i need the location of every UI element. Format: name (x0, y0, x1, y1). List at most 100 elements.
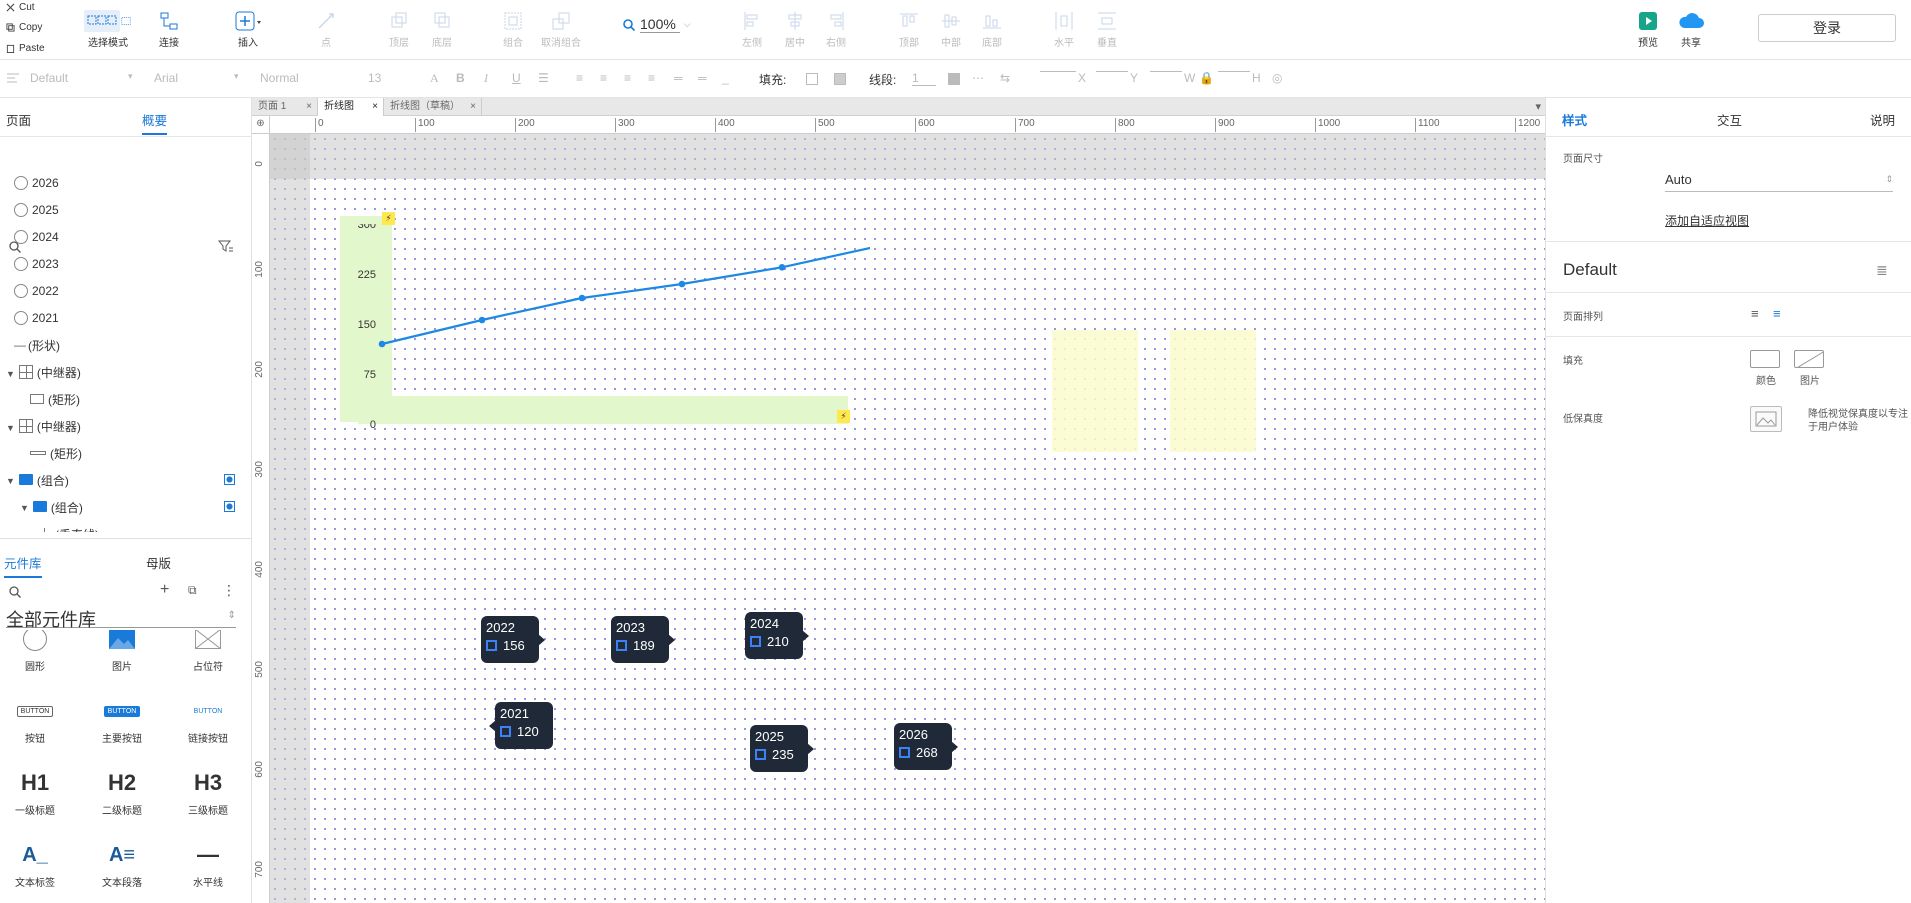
font-select[interactable]: Arial (154, 71, 178, 85)
visibility-toggle-icon[interactable] (224, 474, 235, 485)
tab-pages[interactable]: 页面 (6, 110, 31, 129)
top-layer-button[interactable]: 顶层 (375, 8, 423, 49)
library-item[interactable]: H2 二级标题 (87, 764, 157, 817)
weight-select[interactable]: Normal (260, 71, 299, 85)
stroke-style-icon[interactable]: ⋯ (972, 71, 984, 85)
w-input[interactable] (1150, 71, 1182, 72)
close-icon[interactable]: × (470, 98, 476, 116)
add-library-icon[interactable]: + (160, 581, 169, 599)
text-justify-icon[interactable]: ≡ (648, 71, 655, 85)
italic-icon[interactable]: I (484, 71, 488, 86)
line-chart[interactable]: 300225150750202120222023202420252026 (350, 224, 870, 434)
placeholder-box[interactable] (1052, 330, 1138, 452)
x-input[interactable] (1040, 71, 1076, 72)
library-item[interactable]: A_ 文本标签 (0, 836, 70, 890)
align-center-page-icon[interactable]: ≡ (1773, 306, 1781, 321)
data-point[interactable] (778, 264, 786, 271)
group-button[interactable]: 组合 (489, 8, 537, 49)
doc-tab[interactable]: 折线图（草稿） × (384, 98, 482, 116)
font-size-select[interactable]: 13 (368, 71, 381, 85)
align-right-button[interactable]: 右侧 (812, 8, 860, 49)
fill-gradient-swatch[interactable] (834, 73, 846, 85)
canvas-area[interactable]: ⊕ 0 100 200 300 400 500 600 700 800 900 1000 1100 12… (252, 116, 1545, 903)
data-point[interactable] (578, 294, 586, 302)
placeholder-box[interactable] (1170, 330, 1256, 452)
bold-icon[interactable]: B (456, 71, 465, 85)
underline-icon[interactable]: U (512, 71, 521, 85)
align-bottom-button[interactable]: 底部 (968, 8, 1016, 49)
library-item[interactable]: BUTTON 链接按钮 (173, 692, 243, 746)
tab-style[interactable]: 样式 (1562, 110, 1587, 129)
page-size-select[interactable]: Auto ⇕ (1665, 172, 1893, 192)
outline-item[interactable]: ▼ (组合) (20, 496, 235, 518)
data-point[interactable] (678, 280, 686, 288)
tab-interaction[interactable]: 交互 (1717, 110, 1742, 129)
insert-button[interactable]: 插入 (224, 8, 272, 49)
library-item[interactable]: H3 三级标题 (173, 764, 243, 817)
tab-notes[interactable]: 说明 (1870, 110, 1895, 129)
outline-item[interactable]: 2026 (14, 172, 59, 194)
value-tooltip[interactable]: 2025 235 (750, 725, 814, 772)
edit-style-icon[interactable]: ≣ (1876, 262, 1888, 279)
library-item[interactable]: H1 一级标题 (0, 764, 70, 817)
valign-bottom-icon[interactable]: _ (722, 71, 729, 85)
style-select[interactable]: Default (30, 71, 68, 85)
library-item[interactable]: 占位符 (173, 630, 243, 673)
close-icon[interactable]: × (372, 98, 378, 116)
h-input[interactable] (1218, 71, 1250, 72)
font-color-icon[interactable]: A (430, 71, 439, 86)
value-tooltip[interactable]: 2022 156 (481, 616, 545, 663)
ungroup-button[interactable]: 取消组合 (537, 8, 585, 49)
lock-icon[interactable]: 🔒 (1199, 71, 1214, 85)
cut-button[interactable]: Cut (6, 2, 35, 13)
value-tooltip[interactable]: 2024 210 (745, 612, 809, 659)
distribute-vertical-button[interactable]: 垂直 (1083, 8, 1131, 49)
align-left-button[interactable]: 左侧 (728, 8, 776, 49)
align-top-button[interactable]: 顶部 (885, 8, 933, 49)
fill-color-button[interactable] (1750, 350, 1780, 368)
library-item[interactable]: BUTTON 按钮 (0, 692, 70, 745)
paste-button[interactable]: Paste (6, 43, 45, 54)
text-align-center-icon[interactable]: ≡ (600, 71, 607, 85)
close-icon[interactable]: × (306, 98, 312, 116)
tab-library[interactable]: 元件库 (4, 553, 42, 578)
more-icon[interactable]: ⋮ (222, 582, 236, 599)
stroke-width-input[interactable]: 1 (912, 71, 936, 86)
add-adaptive-view-link[interactable]: 添加自适应视图 (1665, 212, 1749, 229)
copy-button[interactable]: Copy (6, 22, 42, 33)
valign-top-icon[interactable]: ═ (674, 71, 683, 85)
design-board[interactable]: ⚡ ⚡ 300225150750202120222023202420252026… (270, 134, 1545, 903)
tab-masters[interactable]: 母版 (146, 553, 171, 572)
fill-image-button[interactable] (1794, 350, 1824, 368)
visibility-icon[interactable]: ◎ (1272, 71, 1282, 85)
library-item[interactable]: 圆形 (0, 630, 70, 673)
stroke-color-swatch[interactable] (948, 73, 960, 85)
value-tooltip[interactable]: 2021 120 (489, 702, 553, 749)
doc-tab[interactable]: 页面 1 × (252, 98, 318, 116)
data-point[interactable] (478, 316, 486, 324)
connect-button[interactable]: 连接 (145, 8, 193, 49)
distribute-horizontal-button[interactable]: 水平 (1040, 8, 1088, 49)
value-tooltip[interactable]: 2026 268 (894, 723, 958, 770)
share-button[interactable]: 共享 (1667, 8, 1715, 49)
library-item[interactable]: A≡ 文本段落 (87, 836, 157, 890)
tab-outline[interactable]: 概要 (142, 110, 168, 135)
outline-item[interactable]: ▼ (组合) (6, 469, 235, 491)
library-item[interactable]: BUTTON 主要按钮 (87, 692, 157, 745)
y-input[interactable] (1096, 71, 1128, 72)
outline-item[interactable]: (矩形) (30, 442, 82, 464)
select-mode-button[interactable]: 选择模式 (84, 8, 132, 49)
valign-middle-icon[interactable]: ═ (698, 71, 707, 85)
value-tooltip[interactable]: 2023 189 (611, 616, 675, 663)
library-item[interactable]: 图片 (87, 630, 157, 673)
login-button[interactable]: 登录 (1758, 14, 1896, 42)
text-align-right-icon[interactable]: ≡ (624, 71, 631, 85)
library-item[interactable]: — 水平线 (173, 836, 243, 889)
ruler-origin-icon[interactable]: ⊕ (252, 116, 270, 134)
outline-item[interactable]: 2024 (14, 226, 59, 248)
style-name[interactable]: Default (1563, 260, 1617, 280)
library-copy-icon[interactable]: ⧉ (188, 583, 197, 598)
zoom-select[interactable]: 100% ⌵ (622, 16, 691, 33)
preview-button[interactable]: 预览 (1624, 8, 1672, 49)
list-icon[interactable]: ☰ (538, 71, 549, 85)
